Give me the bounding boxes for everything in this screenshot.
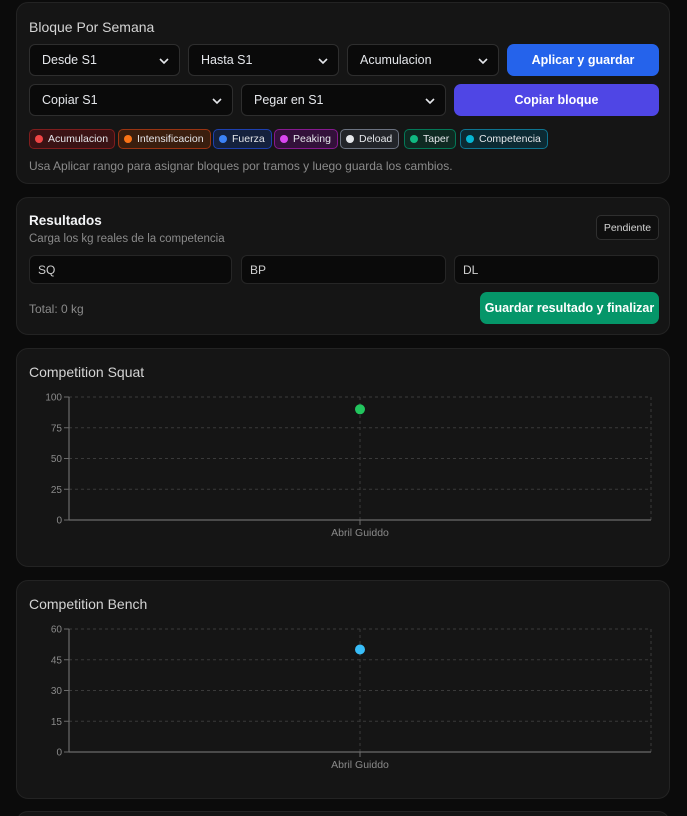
y-tick-label: 30 (51, 686, 63, 697)
y-tick-label: 100 (45, 393, 62, 404)
data-point[interactable] (355, 404, 365, 415)
x-tick-label: Abril Guiddo (331, 527, 389, 539)
status-badge: Pendiente (596, 215, 659, 240)
bloque-card: Bloque Por Semana Desde S1 Hasta S1 Acum… (16, 2, 670, 184)
dl-input[interactable]: DL (454, 255, 659, 284)
chip-label: Fuerza (232, 133, 265, 145)
chip-deload: Deload (340, 129, 400, 149)
chip-dot-icon (124, 135, 132, 143)
y-tick-label: 0 (56, 516, 62, 527)
bloque-title: Bloque Por Semana (29, 19, 155, 35)
chip-label: Deload (359, 133, 393, 145)
total-text: Total: 0 kg (29, 302, 84, 316)
chevron-down-icon (159, 58, 169, 65)
bench-chart: 0 15 30 45 60 Abril Guiddo (51, 625, 652, 771)
chip-peaking: Peaking (274, 129, 338, 149)
chip-dot-icon (35, 135, 43, 143)
sq-placeholder: SQ (38, 262, 56, 277)
resultados-subtitle: Carga los kg reales de la competencia (29, 233, 225, 245)
bench-chart-card: Competition Bench 0 15 30 45 60 Abril Guiddo (16, 580, 670, 799)
sq-input[interactable]: SQ (29, 255, 232, 284)
save-result-button[interactable]: Guardar resultado y finalizar (480, 292, 659, 324)
chip-dot-icon (219, 135, 227, 143)
chip-label: Intensificacion (137, 133, 204, 145)
desde-select-value: Desde S1 (42, 53, 97, 67)
chevron-down-icon (212, 98, 222, 105)
y-tick-label: 75 (51, 423, 63, 434)
chip-taper: Taper (404, 129, 457, 149)
bloque-hint: Usa Aplicar rango para asignar bloques p… (29, 159, 453, 173)
data-point[interactable] (355, 644, 365, 655)
y-tick-label: 15 (51, 717, 63, 728)
hasta-select-value: Hasta S1 (201, 53, 253, 67)
chip-label: Acumulacion (48, 133, 109, 145)
y-tick-label: 50 (51, 454, 63, 465)
squat-chart: 0 25 50 75 100 Abril Guiddo (45, 393, 652, 539)
next-card (16, 811, 670, 816)
y-tick-label: 0 (56, 748, 62, 759)
y-tick-label: 25 (51, 485, 63, 496)
chip-intensificacion: Intensificacion (118, 129, 211, 149)
x-tick-label: Abril Guiddo (331, 759, 389, 771)
chevron-down-icon (478, 58, 488, 65)
chip-competencia: Competencia (460, 129, 548, 149)
pegar-select[interactable]: Pegar en S1 (241, 84, 446, 116)
resultados-title: Resultados (29, 213, 102, 228)
bp-placeholder: BP (250, 262, 267, 277)
chevron-down-icon (318, 58, 328, 65)
hasta-select[interactable]: Hasta S1 (188, 44, 339, 76)
chip-acumulacion: Acumulacion (29, 129, 116, 149)
chip-dot-icon (346, 135, 354, 143)
chip-dot-icon (410, 135, 418, 143)
chip-dot-icon (280, 135, 288, 143)
squat-chart-card: Competition Squat 0 25 50 75 100 Abril Guiddo (16, 348, 670, 567)
y-tick-label: 60 (51, 625, 63, 636)
chip-label: Taper (423, 133, 450, 145)
chip-label: Peaking (293, 133, 331, 145)
apply-save-button[interactable]: Aplicar y guardar (507, 44, 659, 76)
y-tick-label: 45 (51, 655, 63, 666)
copiar-select[interactable]: Copiar S1 (29, 84, 233, 116)
chip-fuerza: Fuerza (213, 129, 272, 149)
chevron-down-icon (425, 98, 435, 105)
dl-placeholder: DL (463, 262, 479, 277)
bp-input[interactable]: BP (241, 255, 446, 284)
tipo-bloque-select[interactable]: Acumulacion (347, 44, 499, 76)
copiar-select-value: Copiar S1 (42, 93, 98, 107)
chip-dot-icon (466, 135, 474, 143)
desde-select[interactable]: Desde S1 (29, 44, 180, 76)
tipo-bloque-value: Acumulacion (360, 53, 432, 67)
resultados-card: Resultados Carga los kg reales de la com… (16, 197, 670, 335)
pegar-select-value: Pegar en S1 (254, 93, 324, 107)
chip-label: Competencia (479, 133, 541, 145)
copy-block-button[interactable]: Copiar bloque (454, 84, 659, 116)
